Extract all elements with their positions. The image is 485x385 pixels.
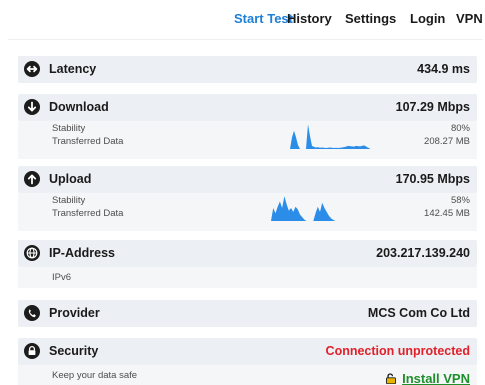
security-header: Security Connection unprotected — [18, 338, 477, 365]
security-note: Keep your data safe — [52, 370, 138, 381]
ip-card: IP-Address 203.217.139.240 IPv6 — [18, 240, 477, 288]
lock-icon — [24, 343, 40, 359]
install-vpn-label: Install VPN — [402, 371, 470, 385]
provider-value: MCS Com Co Ltd — [367, 306, 470, 320]
provider-header: Provider MCS Com Co Ltd — [18, 300, 477, 327]
ip-details: IPv6 — [18, 267, 477, 288]
download-sparkline-area — [282, 124, 370, 149]
globe-icon — [24, 245, 40, 261]
download-details: Stability Transferred Data 80% 208.27 MB — [18, 121, 477, 159]
phone-icon — [24, 305, 40, 321]
ip-value: 203.217.139.240 — [376, 246, 470, 260]
ip-version: IPv6 — [52, 272, 72, 283]
arrows-horizontal-icon — [24, 61, 40, 77]
security-details: Keep your data safe Install VPN — [18, 365, 477, 385]
upload-card: Upload 170.95 Mbps Stability Transferred… — [18, 166, 477, 231]
download-sparkline — [282, 124, 370, 149]
download-speed: 107.29 Mbps — [395, 100, 470, 114]
provider-title: Provider — [49, 306, 100, 320]
upload-header: Upload 170.95 Mbps — [18, 166, 477, 193]
latency-header: Latency 434.9 ms — [18, 56, 477, 83]
nav-settings[interactable]: Settings — [345, 11, 396, 26]
upload-sparkline — [271, 196, 369, 221]
latency-card: Latency 434.9 ms — [18, 56, 477, 83]
upload-speed: 170.95 Mbps — [395, 172, 470, 186]
upload-stability-label: Stability — [52, 195, 86, 206]
download-stability-label: Stability — [52, 123, 86, 134]
upload-transferred-label: Transferred Data — [52, 208, 124, 219]
ip-header: IP-Address 203.217.139.240 — [18, 240, 477, 267]
arrow-down-icon — [24, 99, 40, 115]
security-card: Security Connection unprotected Keep you… — [18, 338, 477, 385]
provider-card: Provider MCS Com Co Ltd — [18, 300, 477, 327]
install-vpn-link[interactable]: Install VPN — [385, 371, 470, 385]
nav-start-test[interactable]: Start Test — [234, 11, 293, 26]
download-title: Download — [49, 100, 109, 114]
arrow-up-icon — [24, 171, 40, 187]
ip-title: IP-Address — [49, 246, 115, 260]
nav-divider — [8, 39, 483, 40]
download-header: Download 107.29 Mbps — [18, 94, 477, 121]
latency-value: 434.9 ms — [417, 62, 470, 76]
download-transferred-label: Transferred Data — [52, 136, 124, 147]
download-transferred-value: 208.27 MB — [424, 136, 470, 147]
upload-transferred-value: 142.45 MB — [424, 208, 470, 219]
download-stability-value: 80% — [450, 123, 470, 134]
latency-title: Latency — [49, 62, 97, 76]
upload-stability-value: 58% — [450, 195, 470, 206]
nav-vpn[interactable]: VPN — [456, 11, 483, 26]
upload-details: Stability Transferred Data 58% 142.45 MB — [18, 193, 477, 231]
nav-login[interactable]: Login — [410, 11, 445, 26]
lock-open-icon — [385, 372, 397, 385]
security-status: Connection unprotected — [325, 344, 470, 358]
upload-title: Upload — [49, 172, 92, 186]
top-nav: Start Test History Settings Login VPN — [0, 0, 485, 34]
upload-sparkline-area — [271, 196, 369, 221]
security-title: Security — [49, 344, 99, 358]
nav-history[interactable]: History — [287, 11, 332, 26]
download-card: Download 107.29 Mbps Stability Transferr… — [18, 94, 477, 159]
